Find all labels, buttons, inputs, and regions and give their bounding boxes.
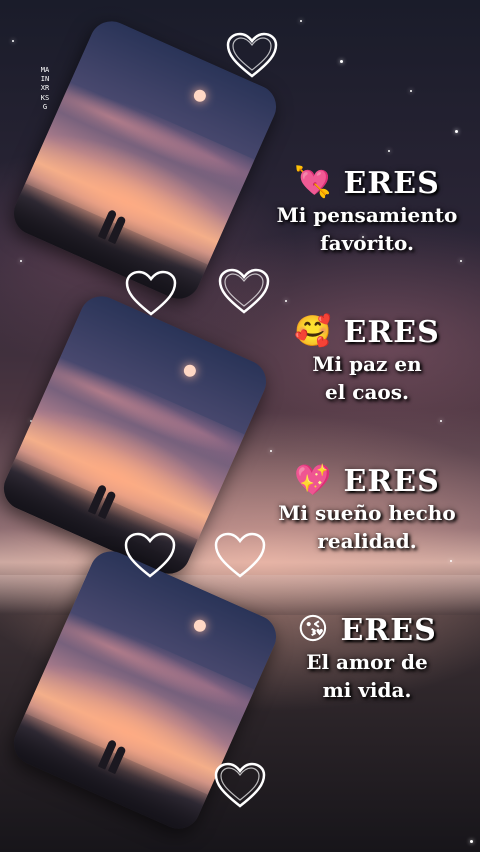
- phrase-title: ERES: [343, 165, 440, 201]
- phrase-2: 🥰 ERES Mi paz en el caos.: [262, 314, 472, 406]
- phrase-line: el caos.: [325, 380, 409, 404]
- heart-outline-icon: [212, 530, 268, 580]
- phrase-line: El amor de: [306, 650, 428, 674]
- phrase-4: 😘 ERES El amor de mi vida.: [262, 612, 472, 704]
- face-blowing-kiss-icon: 😘: [297, 612, 329, 647]
- phrase-line: Mi pensamiento: [276, 203, 458, 227]
- smiling-face-hearts-icon: 🥰: [294, 314, 332, 349]
- phrase-3: 💖 ERES Mi sueño hecho realidad.: [262, 463, 472, 555]
- phrase-line: favorito.: [320, 231, 414, 255]
- phrase-1: 💘 ERES Mi pensamiento favorito.: [262, 165, 472, 257]
- phrase-line: Mi paz en: [312, 352, 422, 376]
- phrase-line: Mi sueño hecho: [278, 501, 456, 525]
- sparkling-heart-icon: 💖: [294, 463, 332, 498]
- heart-outline-icon: [224, 30, 280, 80]
- phrase-line: mi vida.: [322, 678, 412, 702]
- phrase-title: ERES: [343, 314, 440, 350]
- heart-arrow-icon: 💘: [294, 165, 332, 200]
- heart-outline-icon: [212, 760, 268, 810]
- heart-outline-icon: [123, 268, 179, 318]
- vertical-watermark: MAINXRKSG: [40, 66, 50, 111]
- heart-outline-icon: [122, 530, 178, 580]
- phrase-title: ERES: [343, 463, 440, 499]
- phrase-title: ERES: [340, 612, 437, 648]
- heart-outline-icon: [216, 266, 272, 316]
- phrase-line: realidad.: [317, 529, 417, 553]
